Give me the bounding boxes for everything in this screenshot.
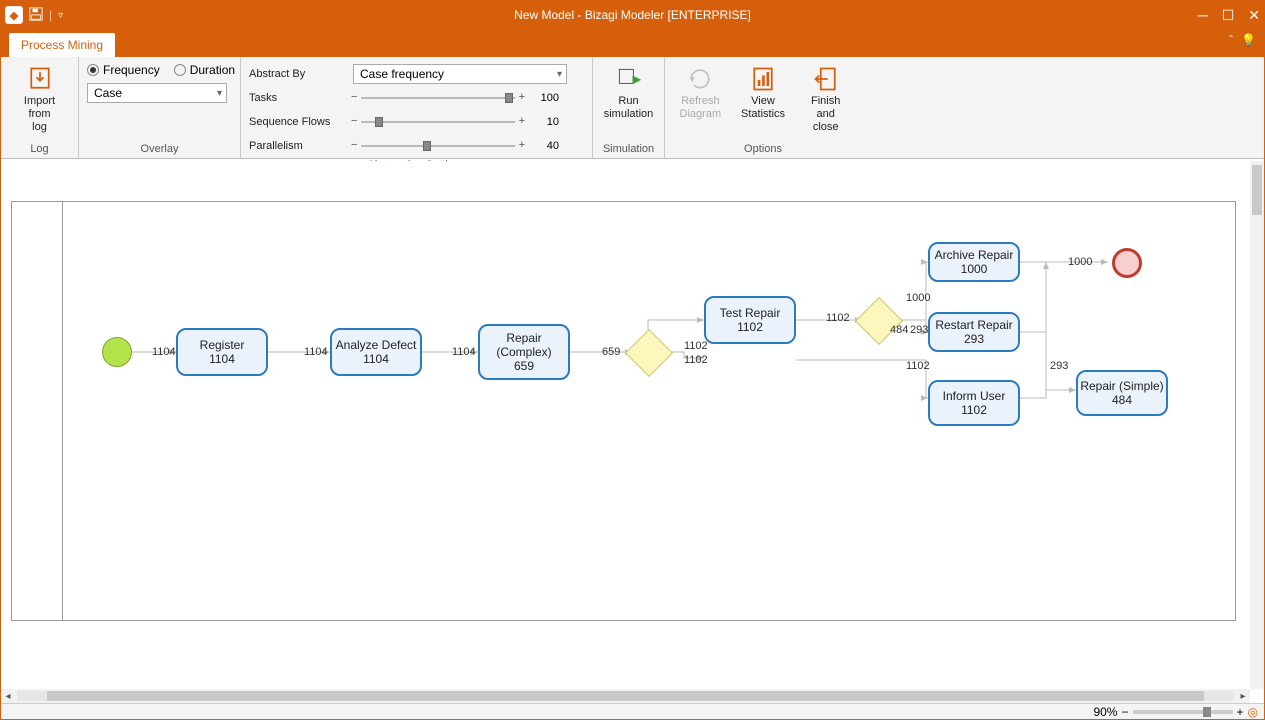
view-statistics-button[interactable]: View Statistics [736, 63, 791, 123]
finish-close-button[interactable]: Finish and close [798, 63, 853, 137]
task-test-repair[interactable]: Test Repair 1102 [704, 296, 796, 344]
edge-label: 1000 [1068, 256, 1092, 268]
frequency-radio[interactable]: Frequency [87, 63, 160, 77]
task-archive-repair[interactable]: Archive Repair 1000 [928, 242, 1020, 282]
par-value: 40 [531, 140, 559, 152]
run-simulation-label: Run simulation [604, 95, 654, 121]
minimize-icon[interactable]: ─ [1198, 8, 1208, 22]
edge-label: 1000 [906, 292, 930, 304]
maximize-icon[interactable]: ☐ [1222, 8, 1235, 22]
tab-process-mining[interactable]: Process Mining [9, 33, 115, 57]
status-bar: 90% − + ◎ [1, 703, 1264, 719]
edge-label: 1104 [304, 346, 328, 358]
group-options-label: Options [673, 141, 853, 156]
close-icon[interactable]: ✕ [1248, 8, 1260, 22]
save-icon[interactable] [29, 7, 43, 24]
task-repair-simple[interactable]: Repair (Simple) 484 [1076, 370, 1168, 416]
finish-close-label: Finish and close [802, 95, 849, 135]
group-overlay-label: Overlay [87, 141, 232, 156]
refresh-diagram-button: Refresh Diagram [673, 63, 728, 123]
seq-value: 10 [531, 116, 559, 128]
tasks-slider-label: Tasks [249, 92, 345, 104]
import-from-log-label: Import from log [13, 95, 66, 135]
scroll-left-icon[interactable]: ◂ [1, 691, 15, 702]
help-icon[interactable]: 💡 [1241, 33, 1256, 47]
edge-label: 1102 [684, 340, 708, 352]
abstract-by-dropdown[interactable]: Case frequency [353, 64, 567, 84]
zoom-fit-icon[interactable]: ◎ [1248, 705, 1258, 719]
app-icon: ◆ [5, 6, 23, 24]
tasks-slider[interactable]: −+ [353, 91, 523, 105]
ribbon: Import from log Log Frequency Duration C… [1, 57, 1264, 159]
task-inform-user[interactable]: Inform User 1102 [928, 380, 1020, 426]
zoom-slider[interactable] [1133, 710, 1233, 714]
group-simulation-label: Simulation [601, 141, 656, 156]
zoom-out-icon[interactable]: − [1121, 705, 1128, 719]
vertical-scrollbar[interactable] [1250, 161, 1264, 689]
seq-slider-label: Sequence Flows [249, 116, 345, 128]
edge-label: 293 [910, 324, 928, 336]
edge-label: 659 [602, 346, 620, 358]
duration-radio[interactable]: Duration [174, 63, 235, 77]
task-repair-complex[interactable]: Repair (Complex) 659 [478, 324, 570, 380]
edge-label: 1102 [684, 354, 708, 366]
view-statistics-label: View Statistics [741, 95, 785, 121]
tasks-value: 100 [531, 92, 559, 104]
run-simulation-button[interactable]: Run simulation [600, 63, 658, 123]
par-slider-label: Parallelism [249, 140, 345, 152]
seq-slider[interactable]: −+ [353, 115, 523, 129]
abstract-by-label: Abstract By [249, 68, 345, 80]
task-restart-repair[interactable]: Restart Repair 293 [928, 312, 1020, 352]
task-analyze-defect[interactable]: Analyze Defect 1104 [330, 328, 422, 376]
horizontal-scrollbar[interactable]: ◂ ▸ [1, 689, 1250, 703]
ribbon-tabbar: Process Mining ˆ 💡 [1, 29, 1264, 57]
overlay-case-dropdown[interactable]: Case [87, 83, 227, 103]
edge-label: 1104 [152, 346, 176, 358]
diagram-canvas[interactable]: Register 1104 Analyze Defect 1104 Repair… [1, 161, 1250, 689]
title-bar: ◆ | ▿ New Model - Bizagi Modeler [ENTERP… [1, 1, 1264, 29]
zoom-value: 90% [1093, 705, 1117, 719]
edge-label: 1104 [452, 346, 476, 358]
group-log-label: Log [9, 141, 70, 156]
qat-separator: | [49, 8, 52, 22]
diagram-frame: Register 1104 Analyze Defect 1104 Repair… [11, 201, 1236, 621]
scroll-right-icon[interactable]: ▸ [1236, 691, 1250, 702]
refresh-diagram-label: Refresh Diagram [680, 95, 722, 121]
zoom-in-icon[interactable]: + [1237, 705, 1244, 719]
window-title: New Model - Bizagi Modeler [ENTERPRISE] [1, 8, 1264, 22]
start-event[interactable] [102, 337, 132, 367]
qat-dropdown-icon[interactable]: ▿ [58, 10, 63, 21]
par-slider[interactable]: −+ [353, 139, 523, 153]
end-event[interactable] [1112, 248, 1142, 278]
edge-label: 484 [890, 324, 908, 336]
edge-label: 293 [1050, 360, 1068, 372]
edge-label: 1102 [906, 360, 930, 372]
import-from-log-button[interactable]: Import from log [9, 63, 70, 137]
collapse-ribbon-icon[interactable]: ˆ [1229, 33, 1233, 47]
edge-label: 1102 [826, 312, 850, 324]
task-register[interactable]: Register 1104 [176, 328, 268, 376]
